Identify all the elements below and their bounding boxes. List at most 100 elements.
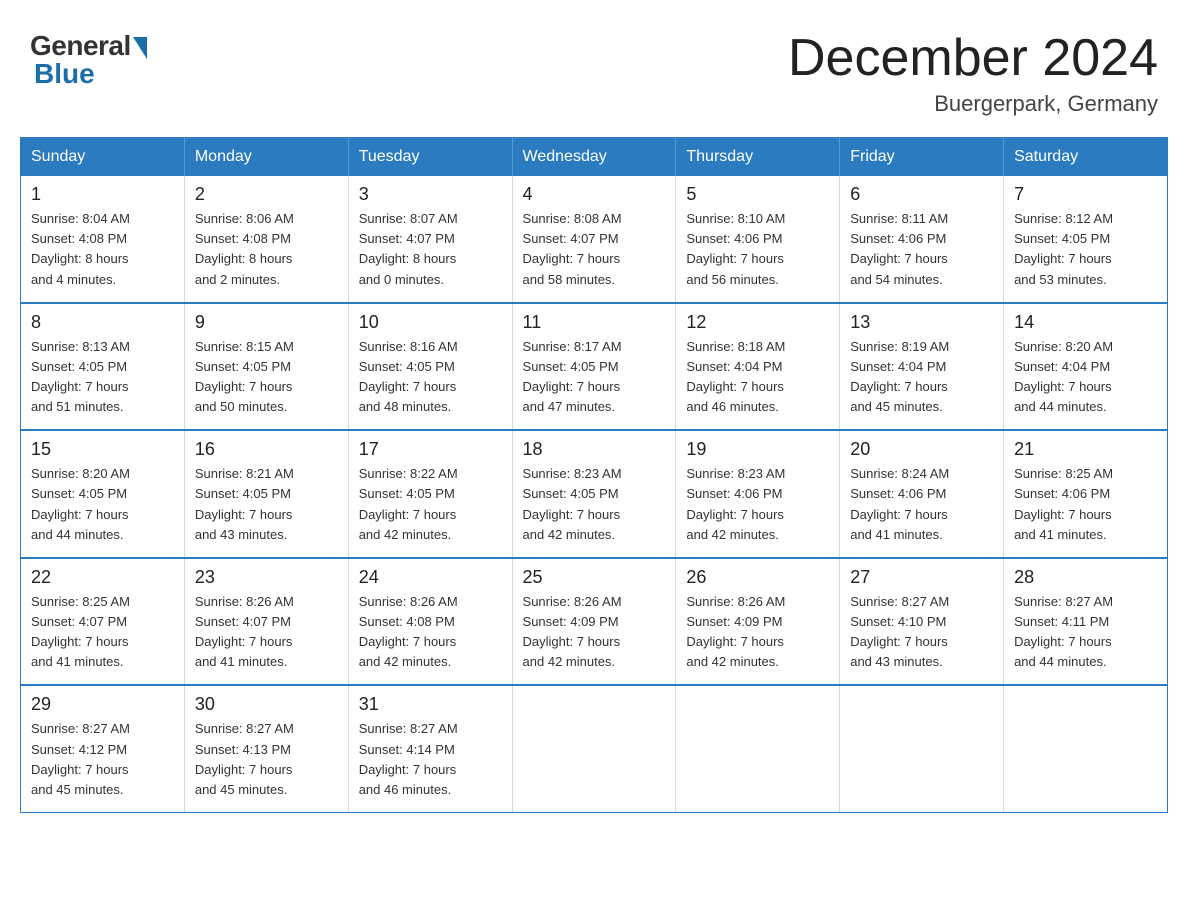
day-number: 10 (359, 312, 502, 333)
day-info: Sunrise: 8:26 AM Sunset: 4:07 PM Dayligh… (195, 592, 338, 673)
calendar-cell (676, 685, 840, 812)
day-info: Sunrise: 8:23 AM Sunset: 4:06 PM Dayligh… (686, 464, 829, 545)
header-friday: Friday (840, 138, 1004, 177)
calendar-cell: 20Sunrise: 8:24 AM Sunset: 4:06 PM Dayli… (840, 430, 1004, 558)
calendar-cell: 21 Sunrise: 8:25 AM Sunset: 4:06 PM Dayli… (1004, 430, 1168, 558)
week-row-1: 1 Sunrise: 8:04 AM Sunset: 4:08 PM Daylig… (21, 176, 1168, 303)
calendar-cell: 29 Sunrise: 8:27 AM Sunset: 4:12 PM Dayli… (21, 685, 185, 812)
logo: General Blue (30, 30, 147, 90)
calendar-cell (512, 685, 676, 812)
day-info: Sunrise: 8:11 AM Sunset: 4:06 PM Dayligh… (850, 209, 993, 290)
calendar-cell: 24 Sunrise: 8:26 AM Sunset: 4:08 PM Dayli… (348, 558, 512, 686)
week-row-2: 8 Sunrise: 8:13 AM Sunset: 4:05 PM Daylig… (21, 303, 1168, 431)
logo-arrow-icon (133, 37, 147, 59)
day-number: 19 (686, 439, 829, 460)
day-info: Sunrise: 8:20 AM Sunset: 4:04 PM Dayligh… (1014, 337, 1157, 418)
calendar-cell: 6Sunrise: 8:11 AM Sunset: 4:06 PM Daylig… (840, 176, 1004, 303)
day-number: 16 (195, 439, 338, 460)
day-info: Sunrise: 8:18 AM Sunset: 4:04 PM Dayligh… (686, 337, 829, 418)
calendar-cell: 12 Sunrise: 8:18 AM Sunset: 4:04 PM Dayli… (676, 303, 840, 431)
day-number: 11 (523, 312, 666, 333)
day-number: 31 (359, 694, 502, 715)
day-number: 25 (523, 567, 666, 588)
day-info: Sunrise: 8:26 AM Sunset: 4:08 PM Dayligh… (359, 592, 502, 673)
day-number: 2 (195, 184, 338, 205)
day-number: 12 (686, 312, 829, 333)
calendar-cell: 7Sunrise: 8:12 AM Sunset: 4:05 PM Daylig… (1004, 176, 1168, 303)
day-number: 5 (686, 184, 829, 205)
day-info: Sunrise: 8:21 AM Sunset: 4:05 PM Dayligh… (195, 464, 338, 545)
day-number: 20 (850, 439, 993, 460)
calendar-cell: 2 Sunrise: 8:06 AM Sunset: 4:08 PM Daylig… (184, 176, 348, 303)
location-title: Buergerpark, Germany (788, 91, 1158, 117)
day-number: 23 (195, 567, 338, 588)
day-info: Sunrise: 8:22 AM Sunset: 4:05 PM Dayligh… (359, 464, 502, 545)
title-area: December 2024 Buergerpark, Germany (788, 30, 1158, 117)
calendar-cell: 10 Sunrise: 8:16 AM Sunset: 4:05 PM Dayli… (348, 303, 512, 431)
day-info: Sunrise: 8:27 AM Sunset: 4:12 PM Dayligh… (31, 719, 174, 800)
day-info: Sunrise: 8:12 AM Sunset: 4:05 PM Dayligh… (1014, 209, 1157, 290)
day-info: Sunrise: 8:26 AM Sunset: 4:09 PM Dayligh… (686, 592, 829, 673)
page-header: General Blue December 2024 Buergerpark, … (20, 20, 1168, 117)
day-info: Sunrise: 8:27 AM Sunset: 4:11 PM Dayligh… (1014, 592, 1157, 673)
calendar-cell: 23 Sunrise: 8:26 AM Sunset: 4:07 PM Dayli… (184, 558, 348, 686)
calendar-cell: 3Sunrise: 8:07 AM Sunset: 4:07 PM Daylig… (348, 176, 512, 303)
day-number: 27 (850, 567, 993, 588)
day-number: 14 (1014, 312, 1157, 333)
day-info: Sunrise: 8:17 AM Sunset: 4:05 PM Dayligh… (523, 337, 666, 418)
calendar-table: Sunday Monday Tuesday Wednesday Thursday… (20, 137, 1168, 813)
day-info: Sunrise: 8:04 AM Sunset: 4:08 PM Dayligh… (31, 209, 174, 290)
day-number: 21 (1014, 439, 1157, 460)
day-number: 9 (195, 312, 338, 333)
day-number: 4 (523, 184, 666, 205)
day-info: Sunrise: 8:16 AM Sunset: 4:05 PM Dayligh… (359, 337, 502, 418)
day-number: 1 (31, 184, 174, 205)
day-info: Sunrise: 8:23 AM Sunset: 4:05 PM Dayligh… (523, 464, 666, 545)
day-info: Sunrise: 8:15 AM Sunset: 4:05 PM Dayligh… (195, 337, 338, 418)
week-row-5: 29 Sunrise: 8:27 AM Sunset: 4:12 PM Dayli… (21, 685, 1168, 812)
calendar-cell: 26 Sunrise: 8:26 AM Sunset: 4:09 PM Dayli… (676, 558, 840, 686)
day-number: 28 (1014, 567, 1157, 588)
calendar-cell (1004, 685, 1168, 812)
header-sunday: Sunday (21, 138, 185, 177)
day-number: 26 (686, 567, 829, 588)
day-info: Sunrise: 8:06 AM Sunset: 4:08 PM Dayligh… (195, 209, 338, 290)
calendar-cell: 13Sunrise: 8:19 AM Sunset: 4:04 PM Dayli… (840, 303, 1004, 431)
calendar-cell: 11 Sunrise: 8:17 AM Sunset: 4:05 PM Dayli… (512, 303, 676, 431)
day-info: Sunrise: 8:10 AM Sunset: 4:06 PM Dayligh… (686, 209, 829, 290)
day-info: Sunrise: 8:13 AM Sunset: 4:05 PM Dayligh… (31, 337, 174, 418)
calendar-cell: 30 Sunrise: 8:27 AM Sunset: 4:13 PM Dayli… (184, 685, 348, 812)
day-number: 8 (31, 312, 174, 333)
calendar-cell: 14 Sunrise: 8:20 AM Sunset: 4:04 PM Dayli… (1004, 303, 1168, 431)
day-info: Sunrise: 8:08 AM Sunset: 4:07 PM Dayligh… (523, 209, 666, 290)
calendar-cell: 8 Sunrise: 8:13 AM Sunset: 4:05 PM Daylig… (21, 303, 185, 431)
day-info: Sunrise: 8:27 AM Sunset: 4:13 PM Dayligh… (195, 719, 338, 800)
header-saturday: Saturday (1004, 138, 1168, 177)
weekday-header-row: Sunday Monday Tuesday Wednesday Thursday… (21, 138, 1168, 177)
day-number: 15 (31, 439, 174, 460)
day-number: 18 (523, 439, 666, 460)
header-monday: Monday (184, 138, 348, 177)
day-number: 13 (850, 312, 993, 333)
day-info: Sunrise: 8:25 AM Sunset: 4:06 PM Dayligh… (1014, 464, 1157, 545)
month-title: December 2024 (788, 30, 1158, 87)
calendar-cell (840, 685, 1004, 812)
day-number: 30 (195, 694, 338, 715)
week-row-3: 15Sunrise: 8:20 AM Sunset: 4:05 PM Dayli… (21, 430, 1168, 558)
header-wednesday: Wednesday (512, 138, 676, 177)
calendar-cell: 1 Sunrise: 8:04 AM Sunset: 4:08 PM Daylig… (21, 176, 185, 303)
calendar-cell: 22 Sunrise: 8:25 AM Sunset: 4:07 PM Dayli… (21, 558, 185, 686)
day-number: 22 (31, 567, 174, 588)
calendar-cell: 28 Sunrise: 8:27 AM Sunset: 4:11 PM Dayli… (1004, 558, 1168, 686)
day-info: Sunrise: 8:07 AM Sunset: 4:07 PM Dayligh… (359, 209, 502, 290)
calendar-cell: 4 Sunrise: 8:08 AM Sunset: 4:07 PM Daylig… (512, 176, 676, 303)
calendar-cell: 31Sunrise: 8:27 AM Sunset: 4:14 PM Dayli… (348, 685, 512, 812)
calendar-cell: 15Sunrise: 8:20 AM Sunset: 4:05 PM Dayli… (21, 430, 185, 558)
day-number: 29 (31, 694, 174, 715)
logo-general-text: General (30, 30, 131, 61)
calendar-cell: 25Sunrise: 8:26 AM Sunset: 4:09 PM Dayli… (512, 558, 676, 686)
day-number: 24 (359, 567, 502, 588)
day-info: Sunrise: 8:25 AM Sunset: 4:07 PM Dayligh… (31, 592, 174, 673)
calendar-cell: 5 Sunrise: 8:10 AM Sunset: 4:06 PM Daylig… (676, 176, 840, 303)
calendar-cell: 16 Sunrise: 8:21 AM Sunset: 4:05 PM Dayli… (184, 430, 348, 558)
